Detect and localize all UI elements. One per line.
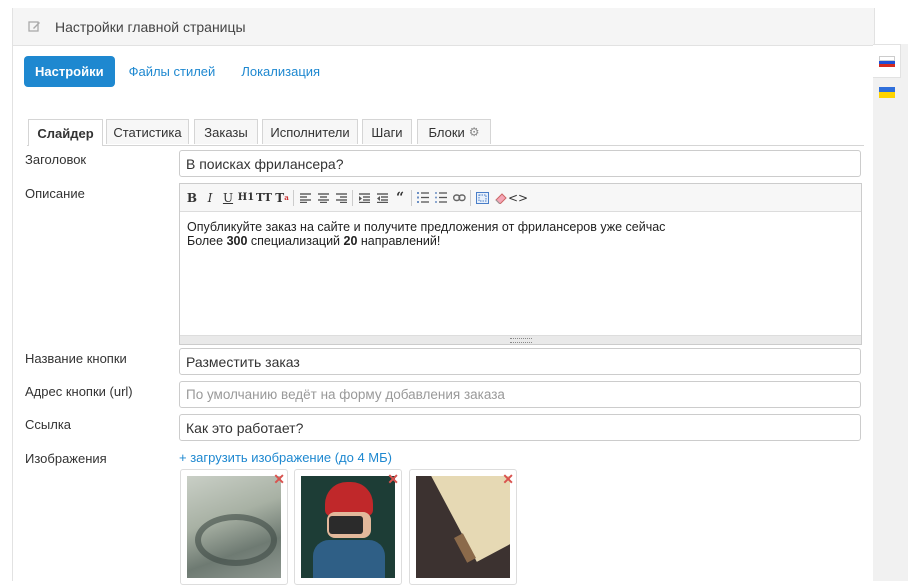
description-line-1: Опубликуйте заказ на сайте и получите пр… — [187, 220, 666, 234]
settings-panel: Настройки главной страницы Настройки Фай… — [12, 8, 875, 585]
gear-icon: ⚙ — [468, 125, 480, 139]
panel-header: Настройки главной страницы — [13, 8, 874, 46]
delete-image-icon[interactable]: ✕ — [502, 471, 514, 488]
description-editor[interactable]: B I U H1 TT Ta “ <> Опубликуйте заказ на… — [179, 183, 862, 345]
image-thumb-map[interactable]: ✕ — [180, 469, 288, 585]
button-name-label: Название кнопки — [25, 351, 127, 366]
toolbar-divider — [352, 189, 353, 206]
eraser-icon[interactable] — [491, 188, 509, 208]
bold-button[interactable]: B — [183, 188, 201, 208]
button-url-label: Адрес кнопки (url) — [25, 384, 133, 399]
image-thumb-notebook[interactable]: ✕ — [409, 469, 517, 585]
editor-content[interactable]: Опубликуйте заказ на сайте и получите пр… — [180, 212, 861, 256]
editor-toolbar: B I U H1 TT Ta “ <> — [180, 184, 861, 212]
quote-icon[interactable]: “ — [391, 188, 409, 208]
italic-button[interactable]: I — [201, 188, 219, 208]
upload-image-link[interactable]: + загрузить изображение (до 4 МБ) — [179, 450, 392, 465]
ordered-list-icon[interactable] — [414, 188, 432, 208]
language-switcher — [873, 44, 908, 581]
description-label: Описание — [25, 186, 85, 201]
ru-flag-icon — [878, 55, 895, 67]
sub-tabs: Слайдер Статистика Заказы Исполнители Ша… — [27, 119, 864, 146]
tab-steps[interactable]: Шаги — [362, 119, 412, 144]
description-line-2: Более 300 специализаций 20 направлений! — [187, 234, 441, 248]
title-input[interactable]: В поисках фрилансера? — [179, 150, 861, 177]
tab-localization[interactable]: Локализация — [241, 64, 320, 79]
link-input[interactable]: Как это работает? — [179, 414, 861, 441]
indent-icon[interactable] — [355, 188, 373, 208]
button-name-input[interactable]: Разместить заказ — [179, 348, 861, 375]
link-icon[interactable] — [450, 188, 468, 208]
text-color-button[interactable]: Ta — [273, 188, 291, 208]
tab-style-files[interactable]: Файлы стилей — [129, 64, 216, 79]
tab-orders[interactable]: Заказы — [194, 119, 258, 144]
underline-button[interactable]: U — [219, 188, 237, 208]
page-title: Настройки главной страницы — [55, 18, 246, 35]
outdent-icon[interactable] — [373, 188, 391, 208]
toolbar-divider — [293, 189, 294, 206]
ua-flag-icon — [878, 86, 895, 98]
images-label: Изображения — [25, 451, 107, 466]
tab-performers[interactable]: Исполнители — [262, 119, 358, 144]
image-thumb-camera[interactable]: ✕ — [294, 469, 402, 585]
language-ru-flag[interactable] — [873, 44, 901, 78]
align-left-icon[interactable] — [296, 188, 314, 208]
link-label: Ссылка — [25, 417, 72, 432]
camera-girl-photo — [301, 476, 395, 578]
font-size-button[interactable]: TT — [255, 188, 273, 208]
tab-statistics[interactable]: Статистика — [106, 119, 189, 144]
top-tabs: Настройки Файлы стилей Локализация — [24, 56, 320, 87]
delete-image-icon[interactable]: ✕ — [273, 471, 285, 488]
resize-handle[interactable] — [180, 335, 861, 344]
language-ua-flag[interactable] — [873, 76, 900, 108]
toolbar-divider — [470, 189, 471, 206]
tab-blocks[interactable]: Блоки ⚙ — [417, 119, 491, 144]
tab-slider[interactable]: Слайдер — [28, 119, 103, 146]
tab-settings[interactable]: Настройки — [24, 56, 115, 87]
align-center-icon[interactable] — [314, 188, 332, 208]
unordered-list-icon[interactable] — [432, 188, 450, 208]
title-label: Заголовок — [25, 152, 87, 167]
delete-image-icon[interactable]: ✕ — [387, 471, 399, 488]
align-right-icon[interactable] — [332, 188, 350, 208]
edit-icon — [13, 20, 55, 33]
map-photo — [187, 476, 281, 578]
heading-button[interactable]: H1 — [237, 188, 255, 208]
button-url-input[interactable]: По умолчанию ведёт на форму добавления з… — [179, 381, 861, 408]
code-icon[interactable]: <> — [508, 188, 528, 208]
tab-blocks-label: Блоки — [428, 124, 465, 140]
toolbar-divider — [411, 189, 412, 206]
notebook-photo — [416, 476, 510, 578]
fullscreen-icon[interactable] — [473, 188, 491, 208]
